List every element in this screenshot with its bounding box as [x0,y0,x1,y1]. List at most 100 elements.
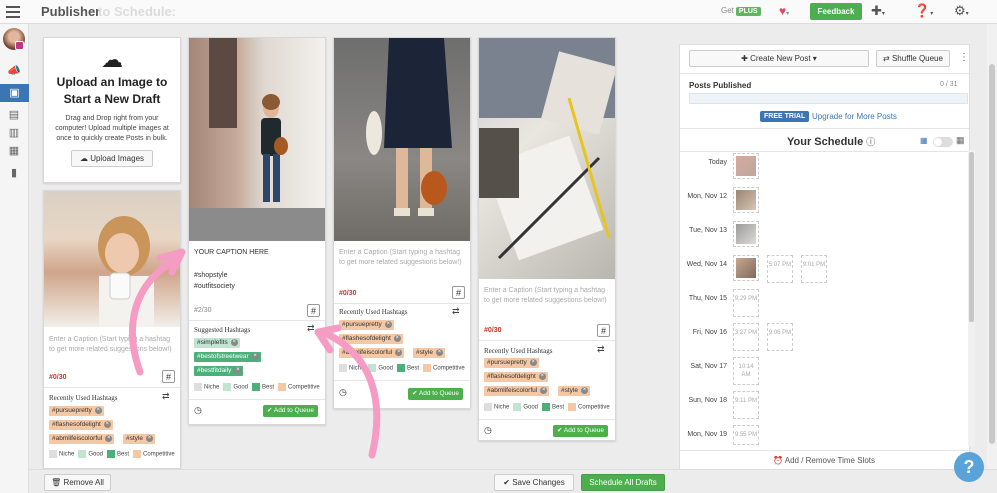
ghost-title: to Schedule: [98,4,177,19]
bar-chart-icon[interactable]: ▮ [5,166,23,179]
shuffle-icon[interactable]: ⇄ [597,344,605,355]
shuffle-icon[interactable]: ⇄ [162,391,170,402]
add-remove-time-slots[interactable]: ⏰ Add / Remove Time Slots [773,456,875,465]
hashtag-tag[interactable]: #flashesofdelight [49,420,113,430]
add-to-queue-button[interactable]: ✔ Add to Queue [263,405,319,417]
upgrade-link[interactable]: Upgrade for More Posts [812,112,897,121]
save-changes-button[interactable]: ✔ Save Changes [494,474,574,491]
scheduled-post-thumb[interactable] [733,187,759,213]
help-icon[interactable]: ❓▾ [914,3,933,19]
remove-all-button[interactable]: 🗑 Remove All [44,474,111,491]
shuffle-icon[interactable]: ⇄ [452,306,460,317]
shuffle-icon[interactable]: ⇄ [307,323,315,334]
heart-icon[interactable]: ♥▾ [779,4,789,18]
scheduled-post-thumb[interactable] [733,153,759,179]
schedule-scroll-thumb[interactable] [969,152,974,322]
hashtag-icon[interactable]: # [162,370,175,383]
calendar-icon[interactable]: ▦ [5,144,23,157]
hashtag-tag[interactable]: #abmlifeiscolorful [339,348,405,358]
trash-icon: 🗑 [51,478,62,487]
bottom-bar: 🗑 Remove All ✔ Save Changes Schedule All… [29,469,997,493]
megaphone-icon[interactable]: 📣 [5,64,23,77]
hashtag-icon[interactable]: # [452,286,465,299]
day-label: Mon, Nov 12 [687,193,727,200]
caption-input[interactable]: Enter a Caption (Start typing a hashtag … [49,335,177,355]
post-icon[interactable]: ▤ [5,108,23,121]
hashtag-tag[interactable]: #pursuepretty [49,406,104,416]
shuffle-queue-button[interactable]: ⇄ Shuffle Queue [876,50,950,67]
time-slot[interactable]: 5:07 PM [767,255,793,283]
view-toggle[interactable] [933,137,953,147]
hashtag-tag[interactable]: #pursuepretty [484,358,539,368]
hashtag-tag[interactable]: #style [558,386,590,396]
hashtag-tag[interactable]: #abmlifeiscolorful [484,386,550,396]
clock-icon[interactable]: ◷ [339,387,347,398]
hashtag-icon[interactable]: # [597,324,610,337]
divider [44,387,180,388]
legend-niche: Niche [204,384,220,391]
time-slot[interactable]: 10:14 AM [733,357,759,385]
hashtag-tag[interactable]: #simplefits [194,338,240,348]
upload-card[interactable]: ☁ Upload an Image to Start a New Draft D… [43,37,181,183]
hashtag-tag[interactable]: #bestofstreetwear [194,352,261,362]
hashtag-tag[interactable]: #abmlifeiscolorful [49,434,115,444]
hashtag-tag[interactable]: #pursuepretty [339,320,394,330]
hashtag-tag[interactable]: #style [123,434,155,444]
feedback-button[interactable]: Feedback [810,3,862,20]
hashtags-title: Suggested Hashtags [194,326,251,334]
top-bar: Publisher to Schedule: Get PLUS ♥▾ Feedba… [0,0,997,24]
analytics-icon[interactable]: ▥ [5,126,23,139]
add-to-queue-button[interactable]: ✔ Add to Queue [553,425,609,437]
hashtag-tag[interactable]: #style [413,348,445,358]
draft-card: Enter a Caption (Start typing a hashtag … [478,37,616,441]
scheduled-post-thumb[interactable] [733,255,759,281]
time-slot[interactable]: 9:55 PM [733,425,759,445]
hashtag-legend: Niche Good Best Competitive [194,383,320,391]
scheduled-post-thumb[interactable] [733,221,759,247]
caption-line: #outfitsociety [194,283,235,290]
calendar-view-icon[interactable]: ▦ [920,136,928,145]
caption-input[interactable]: Enter a Caption (Start typing a hashtag … [339,248,467,268]
add-to-queue-button[interactable]: ✔ Add to Queue [408,388,464,400]
time-slot[interactable]: 9:11 PM [733,391,759,419]
time-slot[interactable]: 3:27 PM [733,323,759,351]
time-slot[interactable]: 9:29 PM [733,289,759,317]
help-chat-button[interactable]: ? [954,452,984,482]
draft-photo[interactable] [189,38,325,241]
hashtag-icon[interactable]: # [307,304,320,317]
divider [680,450,969,451]
get-label: Get [721,6,734,15]
menu-icon[interactable] [6,6,20,18]
add-to-queue-label: Add to Queue [418,390,460,397]
draft-photo[interactable] [479,38,615,279]
clock-icon[interactable]: ◷ [484,425,492,436]
remove-all-label: Remove All [63,478,104,487]
grid-view-icon[interactable]: ▦ [956,135,965,146]
page-scrollbar[interactable] [987,24,997,469]
create-post-label: Create New Post [750,54,811,63]
day-label: Thu, Nov 15 [688,295,727,302]
time-slot[interactable]: 9:01 PM [801,255,827,283]
info-icon[interactable]: ⓘ [866,137,875,147]
hashtag-tag[interactable]: #flashesofdelight [339,334,403,344]
time-slot[interactable]: 9:06 PM [767,323,793,351]
publisher-icon[interactable]: ▣ [0,84,29,102]
get-plus-link[interactable]: Get PLUS [721,6,761,16]
gear-icon[interactable]: ⚙▾ [954,3,969,19]
clock-icon[interactable]: ◷ [194,405,202,416]
caption-input[interactable]: Enter a Caption (Start typing a hashtag … [484,286,612,306]
schedule-scrollbar[interactable] [968,150,975,446]
more-options-icon[interactable]: ⋮ [959,52,969,63]
legend-niche: Niche [494,404,510,411]
hashtag-tag[interactable]: #flashesofdelight [484,372,548,382]
draft-photo[interactable] [44,191,180,327]
add-icon[interactable]: ✚▾ [871,3,885,19]
add-to-queue-label: Add to Queue [273,407,315,414]
schedule-all-drafts-button[interactable]: Schedule All Drafts [581,474,665,491]
create-new-post-button[interactable]: ✚ Create New Post ▾ [689,50,869,67]
upload-images-button[interactable]: ☁ Upload Images [70,150,154,167]
draft-photo[interactable] [334,38,470,241]
hashtag-tag[interactable]: #bestfitdaily [194,366,244,376]
left-sidebar: 📣 ▣ ▤ ▥ ▦ ▮ [0,24,29,493]
page-scroll-thumb[interactable] [989,64,995,444]
